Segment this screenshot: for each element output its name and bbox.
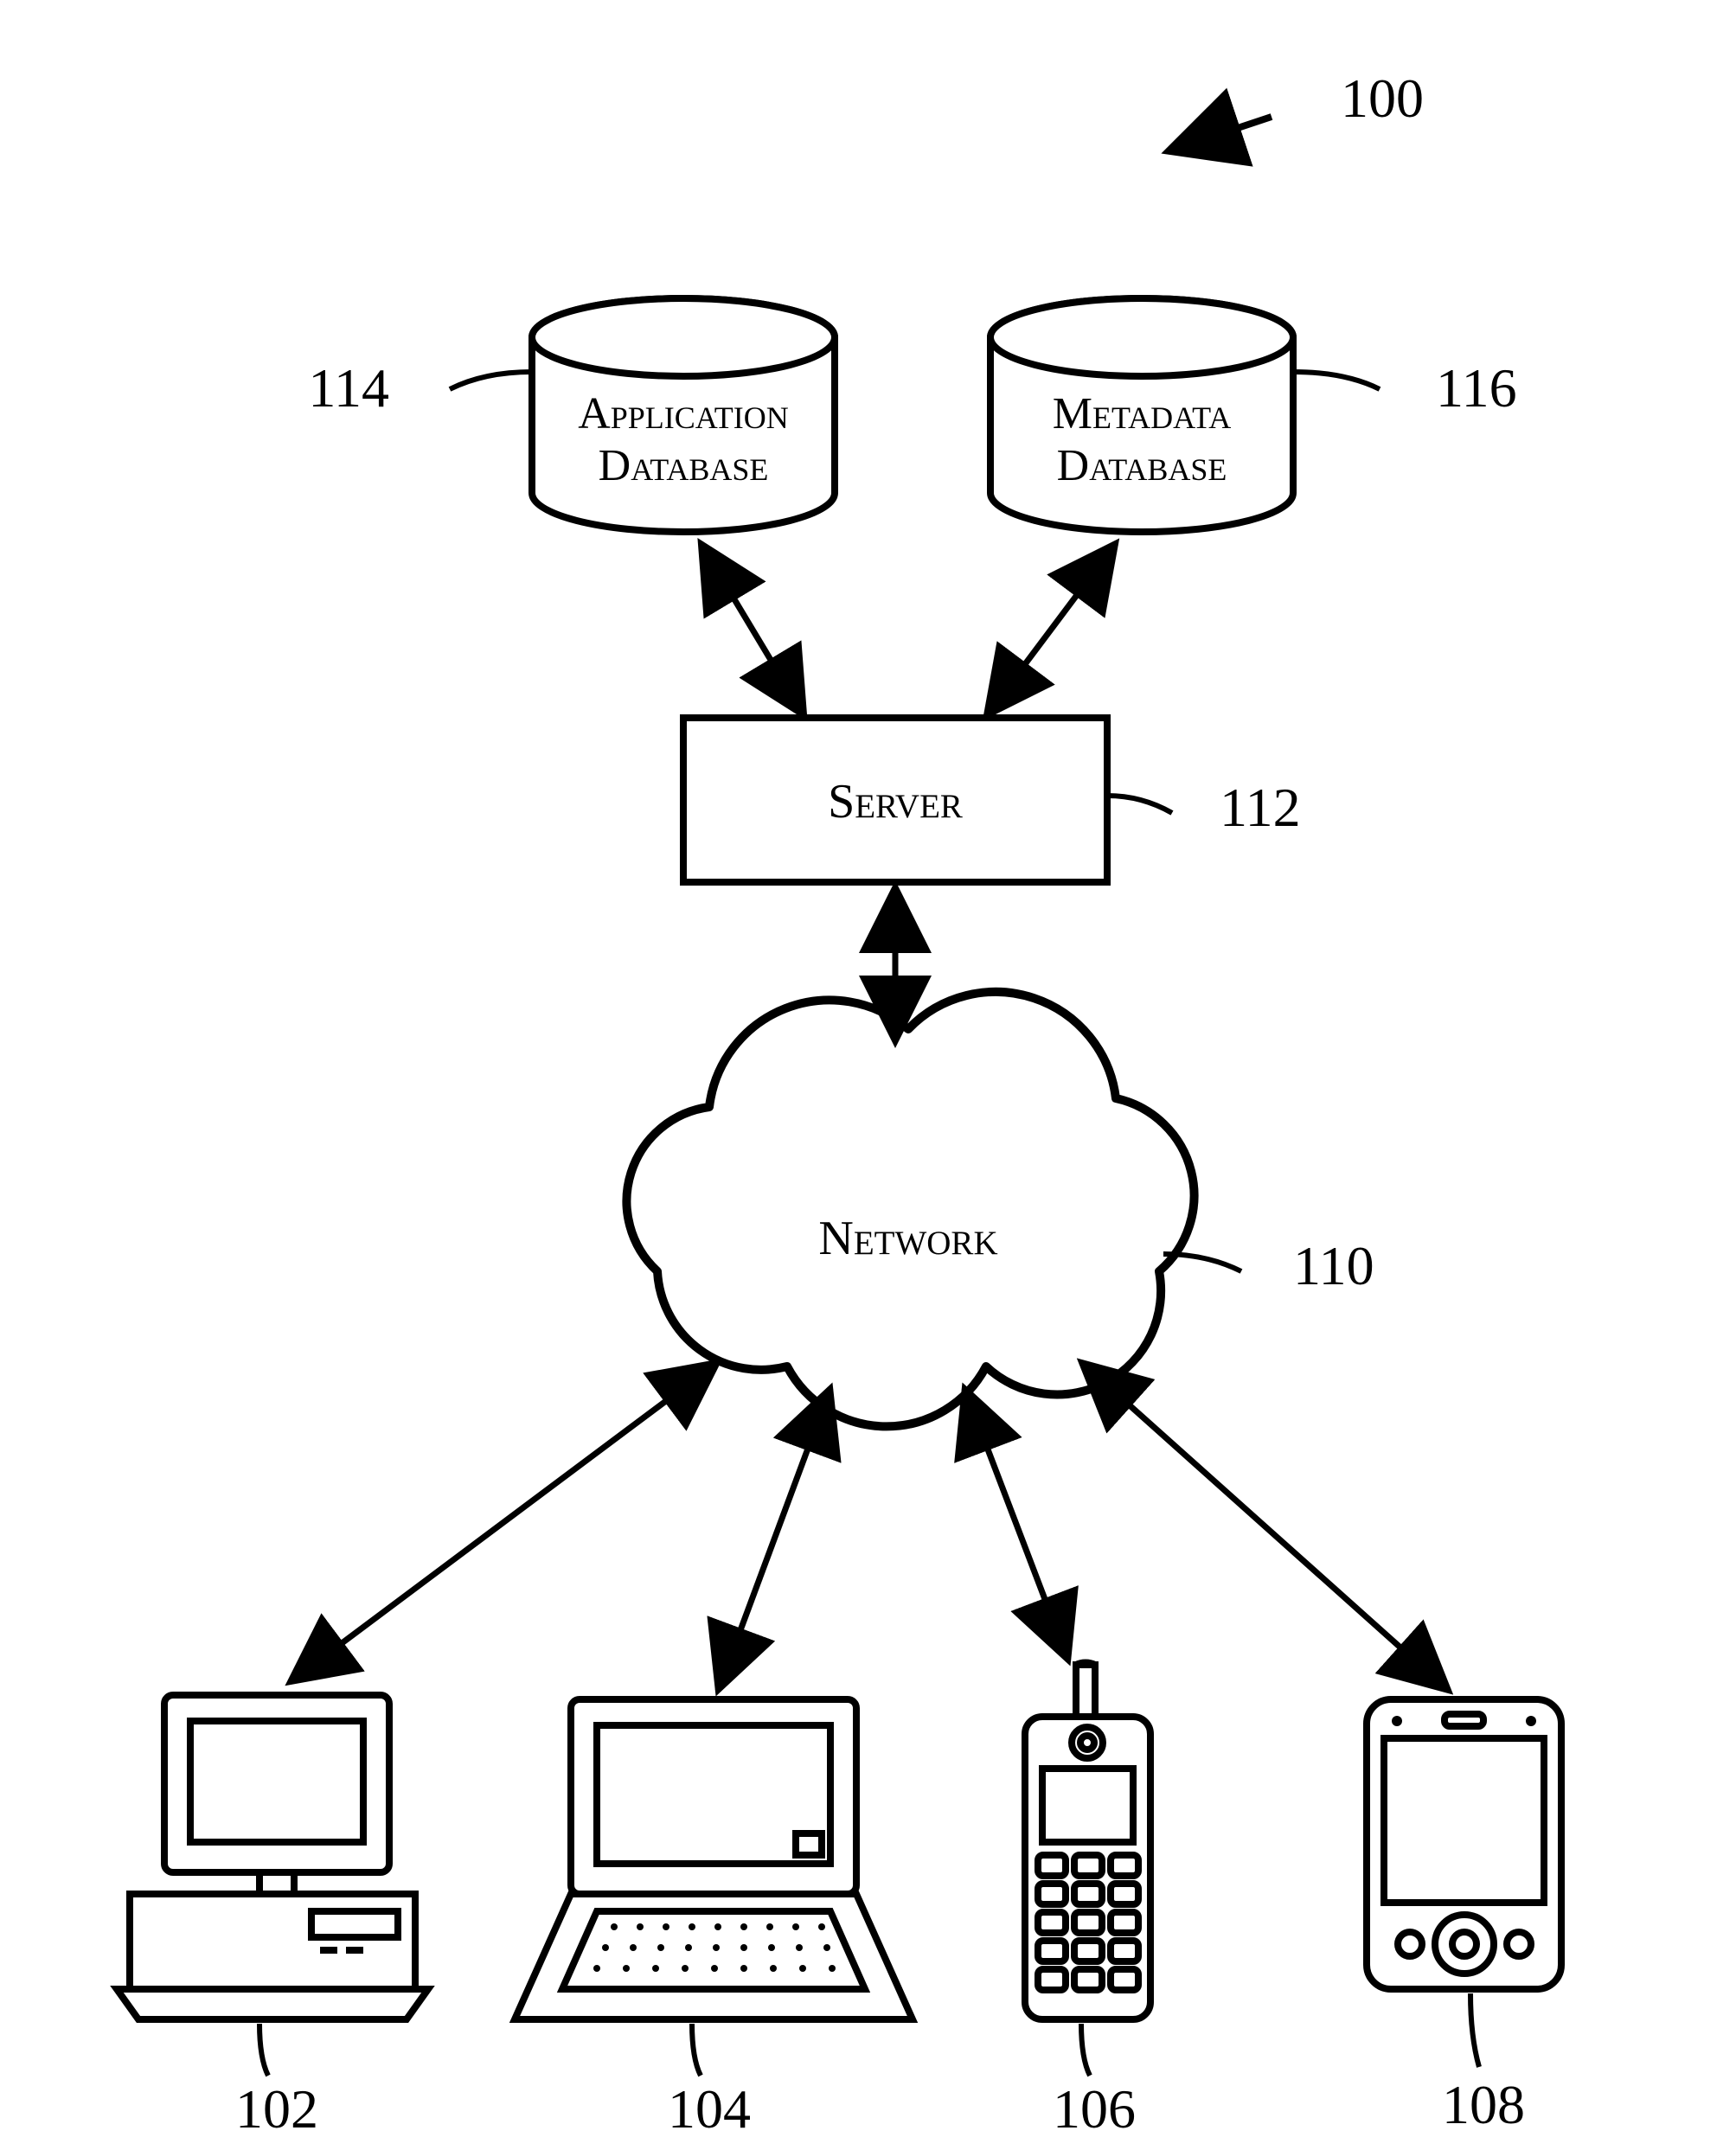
db1-ref: 114 <box>308 357 389 419</box>
figure-diagram: 100 Application Database 114 Metadata Da… <box>0 0 1736 2137</box>
laptop-ref: 104 <box>668 2078 751 2137</box>
arrow-net-laptop <box>718 1388 830 1691</box>
arrow-server-db1 <box>701 543 804 716</box>
application-database: Application Database 114 <box>308 298 835 532</box>
pda-icon <box>1367 1699 1561 2067</box>
pda-ref: 108 <box>1442 2074 1525 2135</box>
server-label: Server <box>828 775 963 829</box>
figure-ref-100: 100 <box>1168 67 1424 151</box>
server-ref: 112 <box>1220 777 1301 838</box>
network-label: Network <box>818 1212 997 1265</box>
db2-line1: Metadata <box>1053 389 1231 438</box>
ref-100-label: 100 <box>1341 67 1424 129</box>
laptop-icon <box>515 1699 913 2076</box>
db1-line1: Application <box>578 389 789 438</box>
phone-ref: 106 <box>1053 2078 1136 2137</box>
arrow-net-pda <box>1081 1362 1449 1691</box>
metadata-database: Metadata Database 116 <box>990 298 1517 532</box>
network-ref: 110 <box>1293 1235 1374 1296</box>
desktop-icon <box>117 1695 428 2076</box>
db2-line2: Database <box>1057 441 1227 490</box>
desktop-ref: 102 <box>235 2078 318 2137</box>
network-cloud: Network 110 <box>626 992 1374 1426</box>
db1-line2: Database <box>599 441 769 490</box>
db2-ref: 116 <box>1436 357 1517 419</box>
arrow-net-phone <box>964 1388 1068 1660</box>
server-box: Server 112 <box>683 718 1301 882</box>
arrow-net-desktop <box>290 1362 718 1682</box>
phone-icon <box>1025 1662 1150 2076</box>
arrow-server-db2 <box>986 543 1116 716</box>
